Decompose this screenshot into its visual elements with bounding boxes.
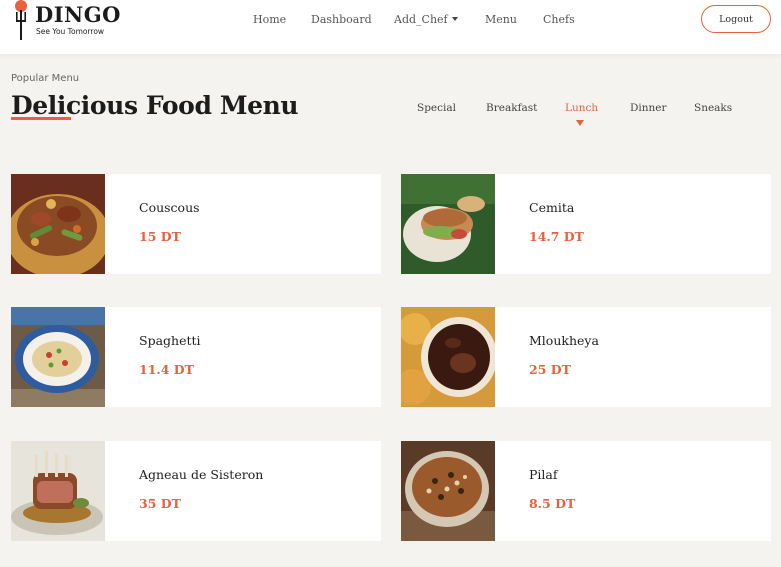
tab-lunch[interactable]: Lunch — [565, 102, 598, 114]
logout-button[interactable]: Logout — [701, 5, 771, 33]
couscous-photo — [11, 174, 105, 274]
cemita-photo — [401, 174, 495, 274]
tab-special[interactable]: Special — [417, 102, 456, 114]
brand-tagline: See You Tomorrow — [36, 27, 105, 36]
nav-add-chef[interactable]: Add_Chef — [394, 13, 458, 26]
dish-name: Spaghetti — [139, 333, 201, 348]
menu-item-card[interactable]: Agneau de Sisteron 35 DT — [11, 441, 381, 541]
nav-home[interactable]: Home — [253, 13, 286, 26]
nav-dashboard[interactable]: Dashboard — [311, 13, 372, 26]
dish-name: Pilaf — [529, 467, 558, 482]
dish-name: Agneau de Sisteron — [139, 467, 264, 482]
navbar: DINGO See You Tomorrow Home Dashboard Ad… — [0, 0, 781, 54]
dish-price: 15 DT — [139, 229, 181, 244]
menu-item-card[interactable]: Pilaf 8.5 DT — [401, 441, 771, 541]
dish-price: 35 DT — [139, 496, 181, 511]
spaghetti-photo — [11, 307, 105, 407]
brand-name: DINGO — [35, 2, 121, 27]
nav-menu[interactable]: Menu — [485, 13, 517, 26]
menu-item-card[interactable]: Spaghetti 11.4 DT — [11, 307, 381, 407]
brand-logo[interactable]: DINGO See You Tomorrow — [8, 0, 128, 42]
dish-price: 8.5 DT — [529, 496, 576, 511]
caret-down-icon — [451, 17, 458, 21]
dish-price: 14.7 DT — [529, 229, 584, 244]
menu-item-card[interactable]: Mloukheya 25 DT — [401, 307, 771, 407]
tab-breakfast[interactable]: Breakfast — [486, 102, 537, 114]
dish-price: 25 DT — [529, 362, 571, 377]
mloukheya-photo — [401, 307, 495, 407]
active-tab-indicator-icon — [576, 120, 584, 126]
tab-dinner[interactable]: Dinner — [630, 102, 667, 114]
nav-chefs[interactable]: Chefs — [543, 13, 575, 26]
menu-item-card[interactable]: Cemita 14.7 DT — [401, 174, 771, 274]
page-title: Delicious Food Menu — [11, 91, 299, 120]
dish-price: 11.4 DT — [139, 362, 194, 377]
menu-item-card[interactable]: Couscous 15 DT — [11, 174, 381, 274]
tab-sneaks[interactable]: Sneaks — [694, 102, 732, 114]
pilaf-photo — [401, 441, 495, 541]
dish-name: Couscous — [139, 200, 200, 215]
fork-logo-icon — [15, 0, 27, 40]
section-eyebrow: Popular Menu — [11, 73, 80, 84]
dish-name: Mloukheya — [529, 333, 599, 348]
dish-name: Cemita — [529, 200, 575, 215]
nav-add-chef-label: Add_Chef — [394, 13, 448, 26]
lamb-photo — [11, 441, 105, 541]
